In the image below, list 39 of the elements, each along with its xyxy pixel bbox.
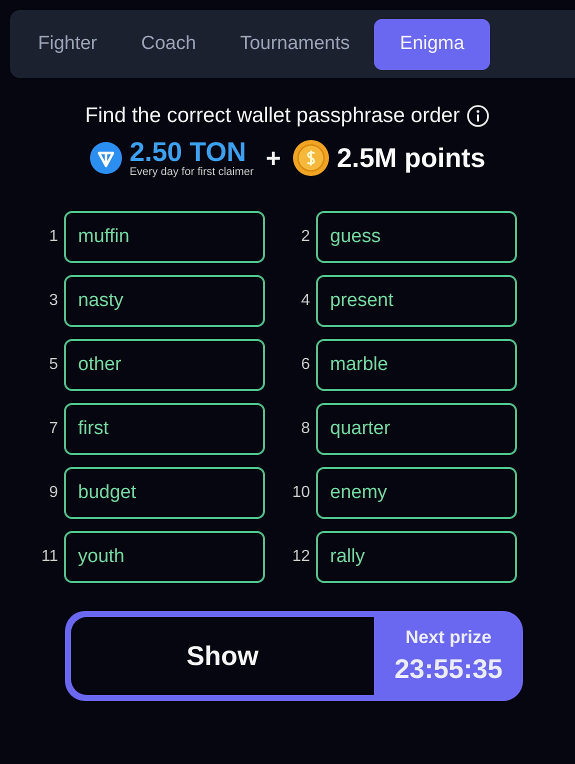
word-number: 10 [291, 484, 310, 502]
word-field[interactable]: first [64, 403, 265, 455]
word-field[interactable]: guess [316, 211, 517, 263]
word-field[interactable]: enemy [316, 467, 517, 519]
plus-sign: + [266, 142, 281, 174]
word-field[interactable]: youth [64, 531, 265, 583]
tab[interactable]: Coach [121, 18, 216, 70]
word-field[interactable]: other [64, 339, 265, 391]
tab[interactable]: Enigma [374, 18, 490, 70]
word-number: 12 [291, 548, 310, 566]
reward-note: Every day for first claimer [130, 166, 254, 178]
word-number: 2 [300, 228, 310, 246]
timer-label: Next prize [405, 627, 492, 648]
word-field[interactable]: budget [64, 467, 265, 519]
instruction-text: Find the correct wallet passphrase order [85, 104, 460, 128]
show-button[interactable]: Show [71, 617, 374, 695]
word-number: 9 [48, 484, 58, 502]
ton-amount: 2.50 TON [130, 138, 246, 166]
word-number: 8 [300, 420, 310, 438]
points-amount: 2.5M points [336, 142, 486, 174]
word-field[interactable]: rally [316, 531, 517, 583]
word-field[interactable]: nasty [64, 275, 265, 327]
ton-coin-icon [90, 142, 122, 174]
word-field[interactable]: marble [316, 339, 517, 391]
word-number: 6 [300, 356, 310, 374]
word-field[interactable]: muffin [64, 211, 265, 263]
word-number: 5 [48, 356, 58, 374]
word-number: 1 [48, 228, 58, 246]
word-number: 7 [48, 420, 58, 438]
coin-icon [292, 140, 329, 176]
word-number: 11 [40, 548, 58, 566]
countdown-timer: 23:55:35 [394, 654, 503, 685]
info-icon[interactable] [466, 104, 490, 128]
tab[interactable]: Fighter [18, 18, 118, 70]
tab[interactable]: Tournaments [220, 18, 370, 70]
word-number: 3 [48, 292, 58, 310]
word-number: 4 [300, 292, 310, 310]
word-field[interactable]: present [316, 275, 517, 327]
word-field[interactable]: quarter [316, 403, 517, 455]
